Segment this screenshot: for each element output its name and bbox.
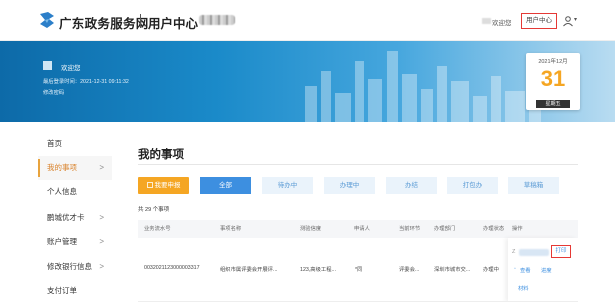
redacted-operation xyxy=(519,249,549,256)
calendar-day: 31 xyxy=(540,66,566,91)
brand-divider xyxy=(140,14,141,28)
user-center-button[interactable]: 用户中心 xyxy=(521,13,557,29)
matter-count: 共 29 个事项 xyxy=(138,207,170,213)
chevron-right-icon: > xyxy=(99,163,104,172)
sidebar-item-label: 我的事项 xyxy=(47,163,77,172)
document-icon xyxy=(146,181,153,188)
view-icon: ◦ xyxy=(514,266,516,272)
sidebar-item-account[interactable]: 账户管理 > xyxy=(38,230,112,254)
cell-info: 123,高级工程... xyxy=(300,267,336,273)
view-link[interactable]: 查看 xyxy=(520,266,531,274)
tab-bundle[interactable]: 打包办 xyxy=(447,177,498,194)
column-header: 测验信度 xyxy=(300,226,322,232)
redacted-welcome-name xyxy=(482,18,491,24)
cell-serial: 0032021123000003317 xyxy=(144,265,200,271)
column-header: 办理部门 xyxy=(434,226,456,232)
column-header: 当前环节 xyxy=(399,226,421,232)
top-bar: 广东政务服务网 用户中心 欢迎您 用户中心 ▾ xyxy=(0,0,615,41)
apply-button-label: 我要申报 xyxy=(154,182,181,189)
sidebar-item-my-matters[interactable]: 我的事项 > xyxy=(38,156,112,180)
cell-stage: 评委会... xyxy=(399,267,420,273)
sidebar-item-label: 支付订单 xyxy=(47,286,77,295)
sidebar-item-home[interactable]: 首页 xyxy=(38,132,112,156)
sidebar-item-bank-info[interactable]: 修改银行信息 > xyxy=(38,255,112,279)
tab-completed[interactable]: 办结 xyxy=(386,177,437,194)
user-menu-caret-icon[interactable]: ▾ xyxy=(574,16,577,23)
sidebar-item-personal-info[interactable]: 个人信息 xyxy=(38,180,112,204)
sidebar-item-label: 个人信息 xyxy=(47,187,77,196)
sidebar-item-payment-orders[interactable]: 支付订单 xyxy=(38,279,112,302)
materials-link[interactable]: 材料 xyxy=(518,284,529,292)
avatar[interactable] xyxy=(43,61,52,70)
chevron-right-icon: > xyxy=(99,213,104,222)
city-skyline-decoration xyxy=(305,51,541,122)
section-title: 用户中心 xyxy=(148,17,199,31)
user-icon[interactable] xyxy=(562,15,574,27)
tab-pending[interactable]: 待办中 xyxy=(262,177,313,194)
cell-name[interactable]: 组织市属评委会开展评... xyxy=(220,265,277,273)
page-title: 我的事项 xyxy=(138,149,184,161)
column-header: 办理状态 xyxy=(483,226,505,232)
op-prefix: Z xyxy=(512,249,516,255)
tab-processing[interactable]: 办理中 xyxy=(324,177,375,194)
sidebar: 首页 我的事项 > 个人信息 鹏城优才卡 > 账户管理 > 修改银行信息 > 支… xyxy=(38,122,112,302)
brand-title[interactable]: 广东政务服务网 xyxy=(59,13,149,32)
sidebar-item-label: 鹏城优才卡 xyxy=(47,213,85,222)
tab-drafts[interactable]: 草稿箱 xyxy=(508,177,559,194)
cell-dept: 深圳市城市交... xyxy=(434,267,471,273)
greeting-text: 欢迎您 xyxy=(61,65,81,72)
last-login-time: 最后登录时间：2021-12-31 09:11:32 xyxy=(43,79,129,85)
progress-link[interactable]: 进度 xyxy=(541,266,552,274)
table-header: 业务流水号 事项名称 测验信度 申请人 当前环节 办理部门 办理状态 操作 xyxy=(138,220,578,238)
tab-all[interactable]: 全部 xyxy=(200,177,251,194)
change-password-link[interactable]: 修改密码 xyxy=(43,88,64,96)
sidebar-item-label: 修改银行信息 xyxy=(47,262,92,271)
cell-applicant: *同 xyxy=(355,267,363,273)
print-button[interactable]: 打印 xyxy=(551,245,571,258)
redacted-user-name xyxy=(199,15,235,25)
column-header: 操作 xyxy=(512,226,523,232)
apply-button[interactable]: 我要申报 xyxy=(138,177,189,194)
sidebar-item-label: 首页 xyxy=(47,139,62,148)
column-header: 事项名称 xyxy=(220,226,242,232)
profile-banner: 欢迎您 最后登录时间：2021-12-31 09:11:32 修改密码 2021… xyxy=(0,41,615,122)
welcome-text: 欢迎您 xyxy=(492,20,512,27)
column-header: 申请人 xyxy=(354,226,370,232)
cell-status: 办理中 xyxy=(483,267,499,273)
calendar-weekday: 星期五 xyxy=(536,100,570,108)
column-header: 业务流水号 xyxy=(144,226,171,232)
chevron-right-icon: > xyxy=(99,237,104,246)
sidebar-item-talent-card[interactable]: 鹏城优才卡 > xyxy=(38,206,112,230)
calendar-month: 2021年12月 xyxy=(538,59,568,65)
calendar-widget: 2021年12月 31 星期五 xyxy=(526,53,580,110)
sidebar-item-label: 账户管理 xyxy=(47,237,77,246)
chevron-right-icon: > xyxy=(99,262,104,271)
gd-logo-icon xyxy=(40,12,54,28)
title-divider xyxy=(138,164,578,165)
